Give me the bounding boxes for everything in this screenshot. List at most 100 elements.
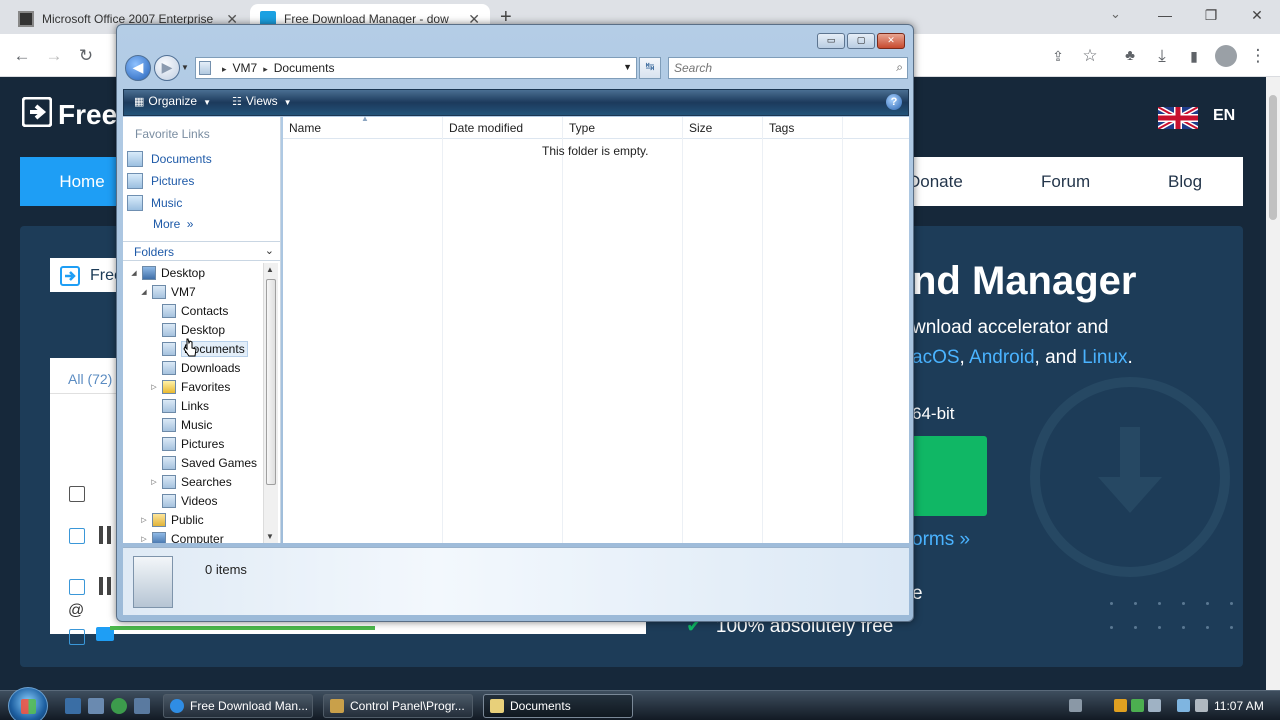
organize-button[interactable]: ▦ Organize ▼ [134,94,211,108]
restore-button[interactable]: ❐ [1188,0,1234,30]
taskbar-task-documents[interactable]: Documents [483,694,633,718]
other-platforms-link[interactable]: orms » [912,529,970,551]
tab-search-icon[interactable]: ⌄ [1110,6,1121,22]
column-tags[interactable]: Tags [769,121,794,135]
views-label: Views [245,94,278,108]
scroll-up-icon[interactable]: ▲ [266,265,274,274]
profile-avatar[interactable] [1215,45,1237,67]
expand-icon[interactable]: ◢ [139,288,149,296]
help-icon[interactable]: ? [886,94,902,110]
taskbar-task-fdm[interactable]: Free Download Man... [163,694,313,718]
media-quicklaunch-icon[interactable] [134,698,150,714]
expand-icon[interactable]: ▷ [139,516,149,524]
refresh-button[interactable]: ↹ [639,57,661,79]
column-size[interactable]: Size [689,121,712,135]
back-button[interactable]: ← [9,43,35,69]
fav-link-pictures[interactable]: Pictures [127,171,194,191]
start-button[interactable] [8,687,48,720]
nav-donate[interactable]: Donate [908,157,963,206]
tree-node-links[interactable]: Links [149,396,209,415]
bookmark-star-icon[interactable]: ☆ [1077,43,1103,69]
nav-blog[interactable]: Blog [1168,157,1202,206]
forward-button[interactable]: → [41,43,67,69]
menu-icon[interactable]: ⋮ [1245,43,1271,69]
forward-arrow-icon[interactable]: ▶ [154,55,180,81]
column-type[interactable]: Type [569,121,595,135]
site-name[interactable]: Free [58,99,117,131]
folders-header[interactable]: Folders ⌄ [123,241,280,261]
explorer-close-button[interactable]: ✕ [877,33,905,49]
tree-node-videos[interactable]: Videos [149,491,217,510]
tree-node-searches[interactable]: ▷ Searches [149,472,232,491]
search-input[interactable] [674,59,874,77]
recent-pages-dropdown-icon[interactable]: ▼ [181,63,189,72]
network-icon[interactable] [1177,699,1190,712]
download-icon[interactable]: ⤓ [1149,43,1175,69]
search-box[interactable]: ⌕ [668,57,908,79]
tree-node-desktop-sub[interactable]: Desktop [149,320,225,339]
views-button[interactable]: ☷ Views ▼ [232,94,292,108]
sidepanel-icon[interactable]: ▮ [1181,43,1207,69]
taskbar-task-control-panel[interactable]: Control Panel\Progr... [323,694,473,718]
macos-link[interactable]: acOS [912,347,960,368]
keyboard-icon[interactable] [1069,699,1082,712]
nav-forum[interactable]: Forum [1041,157,1090,206]
fdm-logo-icon[interactable] [21,96,53,128]
scroll-down-icon[interactable]: ▼ [266,532,274,541]
explorer-minimize-button[interactable]: ▭ [817,33,845,49]
security-shield-icon[interactable] [1114,699,1127,712]
minimize-button[interactable]: — [1142,0,1188,30]
update-icon[interactable] [1131,699,1144,712]
uk-flag-icon[interactable] [1156,104,1200,132]
file-list-pane[interactable]: Name ▲ Date modified Type Size Tags This… [283,114,909,543]
fav-link-music[interactable]: Music [127,193,182,213]
tree-node-music[interactable]: Music [149,415,212,434]
expand-icon[interactable]: ◢ [129,269,139,277]
fav-link-documents[interactable]: Documents [127,149,212,169]
download-button[interactable] [912,436,987,516]
tree-node-downloads[interactable]: Downloads [149,358,240,377]
more-links[interactable]: More » [153,217,193,231]
tree-node-public[interactable]: ▷ Public [139,510,204,529]
videos-icon [162,493,176,508]
browser-quicklaunch-icon[interactable] [111,698,127,714]
tray-app-icon[interactable] [1148,699,1161,712]
tree-node-contacts[interactable]: Contacts [149,301,228,320]
language-selector[interactable]: EN [1213,107,1235,125]
breadcrumb-separator-icon[interactable]: ▸ [263,64,268,74]
breadcrumb-documents[interactable]: Documents [274,61,335,75]
show-desktop-icon[interactable] [65,698,81,714]
folder-icon [199,61,211,75]
search-icon[interactable]: ⌕ [896,60,903,75]
breadcrumb-vm7[interactable]: VM7 [233,61,258,75]
share-icon[interactable]: ⇪ [1045,43,1071,69]
tree-scrollbar-thumb[interactable] [266,279,276,485]
linux-link[interactable]: Linux [1082,347,1127,368]
system-clock[interactable]: 11:07 AM [1214,699,1264,713]
tree-node-computer[interactable]: ▷ Computer [139,529,224,543]
tree-node-desktop[interactable]: ◢ Desktop [129,263,205,282]
expand-icon[interactable]: ▷ [149,478,159,486]
tree-node-documents[interactable]: Documents [149,339,248,358]
android-link[interactable]: Android [969,347,1035,368]
back-arrow-icon[interactable]: ◀ [125,55,151,81]
extensions-icon[interactable]: ♣ [1117,43,1143,69]
explorer-maximize-button[interactable]: ▢ [847,33,875,49]
hero-title: nd Manager [912,259,1137,303]
breadcrumb-separator-icon[interactable]: ▸ [222,64,227,74]
tree-node-favorites[interactable]: ▷ Favorites [149,377,230,396]
volume-icon[interactable] [1195,699,1208,712]
expand-icon[interactable]: ▷ [139,535,149,543]
tree-node-saved-games[interactable]: Saved Games [149,453,257,472]
address-dropdown-icon[interactable]: ▼ [623,62,632,72]
expand-icon[interactable]: ▷ [149,383,159,391]
column-date-modified[interactable]: Date modified [449,121,523,135]
tree-node-vm7[interactable]: ◢ VM7 [139,282,196,301]
page-scrollbar-thumb[interactable] [1269,95,1277,220]
reload-button[interactable]: ↻ [73,43,99,69]
tree-node-pictures[interactable]: Pictures [149,434,224,453]
close-button[interactable]: ✕ [1234,0,1280,30]
column-name[interactable]: Name [289,121,321,135]
switch-windows-icon[interactable] [88,698,104,714]
address-bar[interactable]: ▸ VM7 ▸ Documents ▼ [195,57,637,79]
